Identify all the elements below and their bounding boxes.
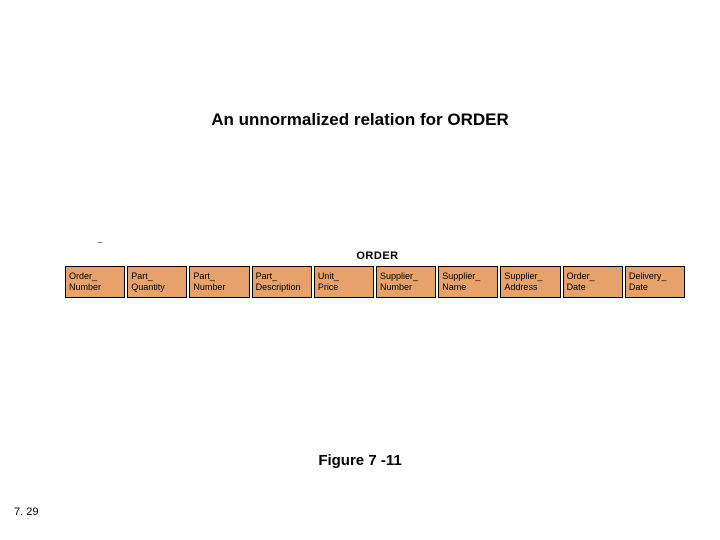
col-label-l1: Supplier_: [442, 271, 494, 282]
col-label-l1: Unit_: [318, 271, 370, 282]
col-supplier-address: Supplier_ Address: [500, 266, 560, 298]
col-label-l1: Order_: [567, 271, 619, 282]
col-label-l2: Price: [318, 282, 370, 293]
col-label-l1: Part_: [256, 271, 308, 282]
col-part-description: Part_ Description: [252, 266, 312, 298]
col-label-l2: Description: [256, 282, 308, 293]
col-label-l2: Number: [193, 282, 245, 293]
col-label-l1: Supplier_: [504, 271, 556, 282]
col-label-l1: Delivery_: [629, 271, 681, 282]
decorative-mark: ~: [97, 238, 103, 249]
col-label-l1: Order_: [69, 271, 121, 282]
col-order-date: Order_ Date: [563, 266, 623, 298]
col-label-l2: Date: [567, 282, 619, 293]
order-table-wrap: ORDER Order_ Number Part_ Quantity Part_…: [65, 250, 690, 298]
col-label-l1: Supplier_: [380, 271, 432, 282]
col-label-l2: Number: [380, 282, 432, 293]
col-label-l2: Name: [442, 282, 494, 293]
col-label-l2: Address: [504, 282, 556, 293]
col-label-l2: Number: [69, 282, 121, 293]
col-unit-price: Unit_ Price: [314, 266, 374, 298]
table-caption: ORDER: [65, 250, 690, 262]
col-part-quantity: Part_ Quantity: [127, 266, 187, 298]
figure-label: Figure 7 -11: [0, 452, 720, 469]
col-supplier-name: Supplier_ Name: [438, 266, 498, 298]
col-label-l1: Part_: [131, 271, 183, 282]
col-label-l2: Date: [629, 282, 681, 293]
page-number: 7. 29: [14, 506, 38, 518]
col-supplier-number: Supplier_ Number: [376, 266, 436, 298]
slide-title: An unnormalized relation for ORDER: [0, 110, 720, 130]
order-table: Order_ Number Part_ Quantity Part_ Numbe…: [65, 266, 685, 298]
col-delivery-date: Delivery_ Date: [625, 266, 685, 298]
col-label-l2: Quantity: [131, 282, 183, 293]
col-label-l1: Part_: [193, 271, 245, 282]
col-part-number: Part_ Number: [189, 266, 249, 298]
col-order-number: Order_ Number: [65, 266, 125, 298]
